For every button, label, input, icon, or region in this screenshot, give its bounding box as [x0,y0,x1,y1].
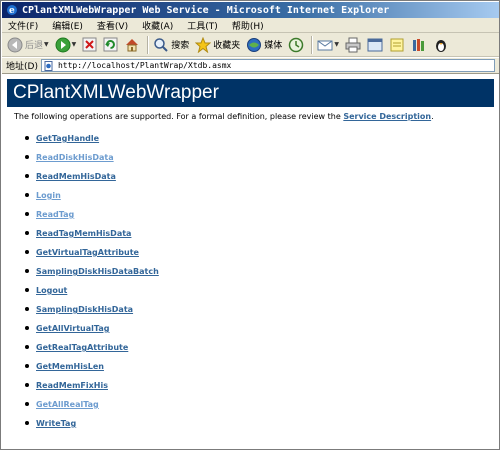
stop-button[interactable] [82,35,97,55]
forward-dropdown-icon[interactable]: ▼ [72,41,77,48]
home-icon [126,38,139,51]
favorites-label: 收藏夹 [213,41,241,51]
print-icon [345,37,361,52]
list-item: SamplingDiskHisData [24,300,159,319]
history-icon [289,37,304,52]
address-label: 地址(D) [6,62,38,72]
mail-button[interactable]: ▼ [317,35,339,55]
operation-link[interactable]: GetRealTagAttribute [36,343,128,352]
back-button[interactable]: 后退 ▼ [7,35,49,55]
menu-view[interactable]: 查看(V) [97,19,128,32]
menu-help[interactable]: 帮助(H) [232,19,264,32]
page-title: CPlantXMLWebWrapper [13,82,219,103]
notes-icon [390,38,404,51]
list-item: GetVirtualTagAttribute [24,243,159,262]
messenger-penguin-icon [435,39,446,52]
refresh-icon [103,37,118,52]
list-item: GetAllVirtualTag [24,319,159,338]
toolbar-separator [147,35,149,54]
list-item: ReadMemFixHis [24,376,159,395]
intro-sentence: The following operations are supported. … [14,112,344,121]
toolbar: 后退 ▼ ▼ 搜索 收藏夹 媒体 ▼ [2,33,499,57]
toolbar-separator [311,35,313,54]
operation-link[interactable]: SamplingDiskHisData [36,305,133,314]
media-button[interactable]: 媒体 [246,35,282,55]
operation-link[interactable]: GetAllVirtualTag [36,324,109,333]
list-item: Logout [24,281,159,300]
favorites-button[interactable]: 收藏夹 [195,35,240,55]
browser-window: e CPlantXMLWebWrapper Web Service - Micr… [0,0,500,450]
search-icon [154,37,168,52]
menu-edit[interactable]: 编辑(E) [52,19,83,32]
menu-bar: 文件(F) 编辑(E) 查看(V) 收藏(A) 工具(T) 帮助(H) [2,18,499,33]
list-item: ReadTagMemHisData [24,224,159,243]
list-item: WriteTag [24,414,159,433]
forward-button[interactable]: ▼ [55,35,77,55]
page-icon [44,60,53,71]
list-item: ReadTag [24,205,159,224]
operation-link[interactable]: ReadTag [36,210,74,219]
search-button[interactable]: 搜索 [153,35,189,55]
edit-page-icon [367,38,383,51]
svg-text:e: e [9,6,15,16]
operation-link[interactable]: GetTagHandle [36,134,99,143]
media-label: 媒体 [264,41,283,51]
operation-link[interactable]: ReadDiskHisData [36,153,114,162]
window-title: CPlantXMLWebWrapper Web Service - Micros… [22,4,390,16]
discuss-button[interactable] [389,35,405,55]
page-banner: CPlantXMLWebWrapper [7,79,494,107]
research-button[interactable] [411,35,427,55]
messenger-button[interactable] [433,35,449,55]
mail-dropdown-icon[interactable]: ▼ [334,41,339,48]
print-button[interactable] [345,35,361,55]
operation-link[interactable]: Logout [36,286,67,295]
page-content: CPlantXMLWebWrapper The following operat… [2,75,499,449]
intro-text: The following operations are supported. … [14,112,434,121]
back-label: 后退 [25,41,44,51]
list-item: ReadDiskHisData [24,148,159,167]
operation-link[interactable]: SamplingDiskHisDataBatch [36,267,159,276]
menu-tools[interactable]: 工具(T) [187,19,218,32]
back-dropdown-icon[interactable]: ▼ [44,41,49,48]
list-item: GetAllRealTag [24,395,159,414]
operation-link[interactable]: ReadTagMemHisData [36,229,131,238]
address-url: http://localhost/PlantWrap/Xtdb.asmx [57,61,232,70]
list-item: GetMemHisLen [24,357,159,376]
list-item: SamplingDiskHisDataBatch [24,262,159,281]
operation-link[interactable]: Login [36,191,61,200]
operations-list: GetTagHandle ReadDiskHisData ReadMemHisD… [24,129,159,433]
favorites-star-icon [195,36,212,53]
operation-link[interactable]: GetAllRealTag [36,400,99,409]
title-bar[interactable]: e CPlantXMLWebWrapper Web Service - Micr… [2,2,499,18]
operation-link[interactable]: WriteTag [36,419,76,428]
operation-link[interactable]: GetVirtualTagAttribute [36,248,139,257]
operation-link[interactable]: ReadMemFixHis [36,381,108,390]
list-item: GetTagHandle [24,129,159,148]
mail-icon [317,40,333,50]
address-input[interactable]: http://localhost/PlantWrap/Xtdb.asmx [40,59,495,72]
internet-explorer-icon: e [7,5,17,16]
list-item: Login [24,186,159,205]
list-item: GetRealTagAttribute [24,338,159,357]
stop-icon [82,37,97,52]
home-button[interactable] [124,35,140,55]
forward-arrow-icon [55,37,71,52]
operation-link[interactable]: GetMemHisLen [36,362,104,371]
refresh-button[interactable] [103,35,118,55]
research-books-icon [412,38,424,51]
media-icon [247,37,262,52]
history-button[interactable] [288,35,304,55]
menu-file[interactable]: 文件(F) [8,19,38,32]
address-bar: 地址(D) http://localhost/PlantWrap/Xtdb.as… [2,58,499,74]
menu-favorites[interactable]: 收藏(A) [142,19,173,32]
list-item: ReadMemHisData [24,167,159,186]
back-arrow-icon [7,37,23,52]
operation-link[interactable]: ReadMemHisData [36,172,116,181]
edit-button[interactable] [367,35,383,55]
service-description-link[interactable]: Service Description [343,112,431,121]
intro-period: . [431,112,434,121]
search-label: 搜索 [171,41,190,51]
